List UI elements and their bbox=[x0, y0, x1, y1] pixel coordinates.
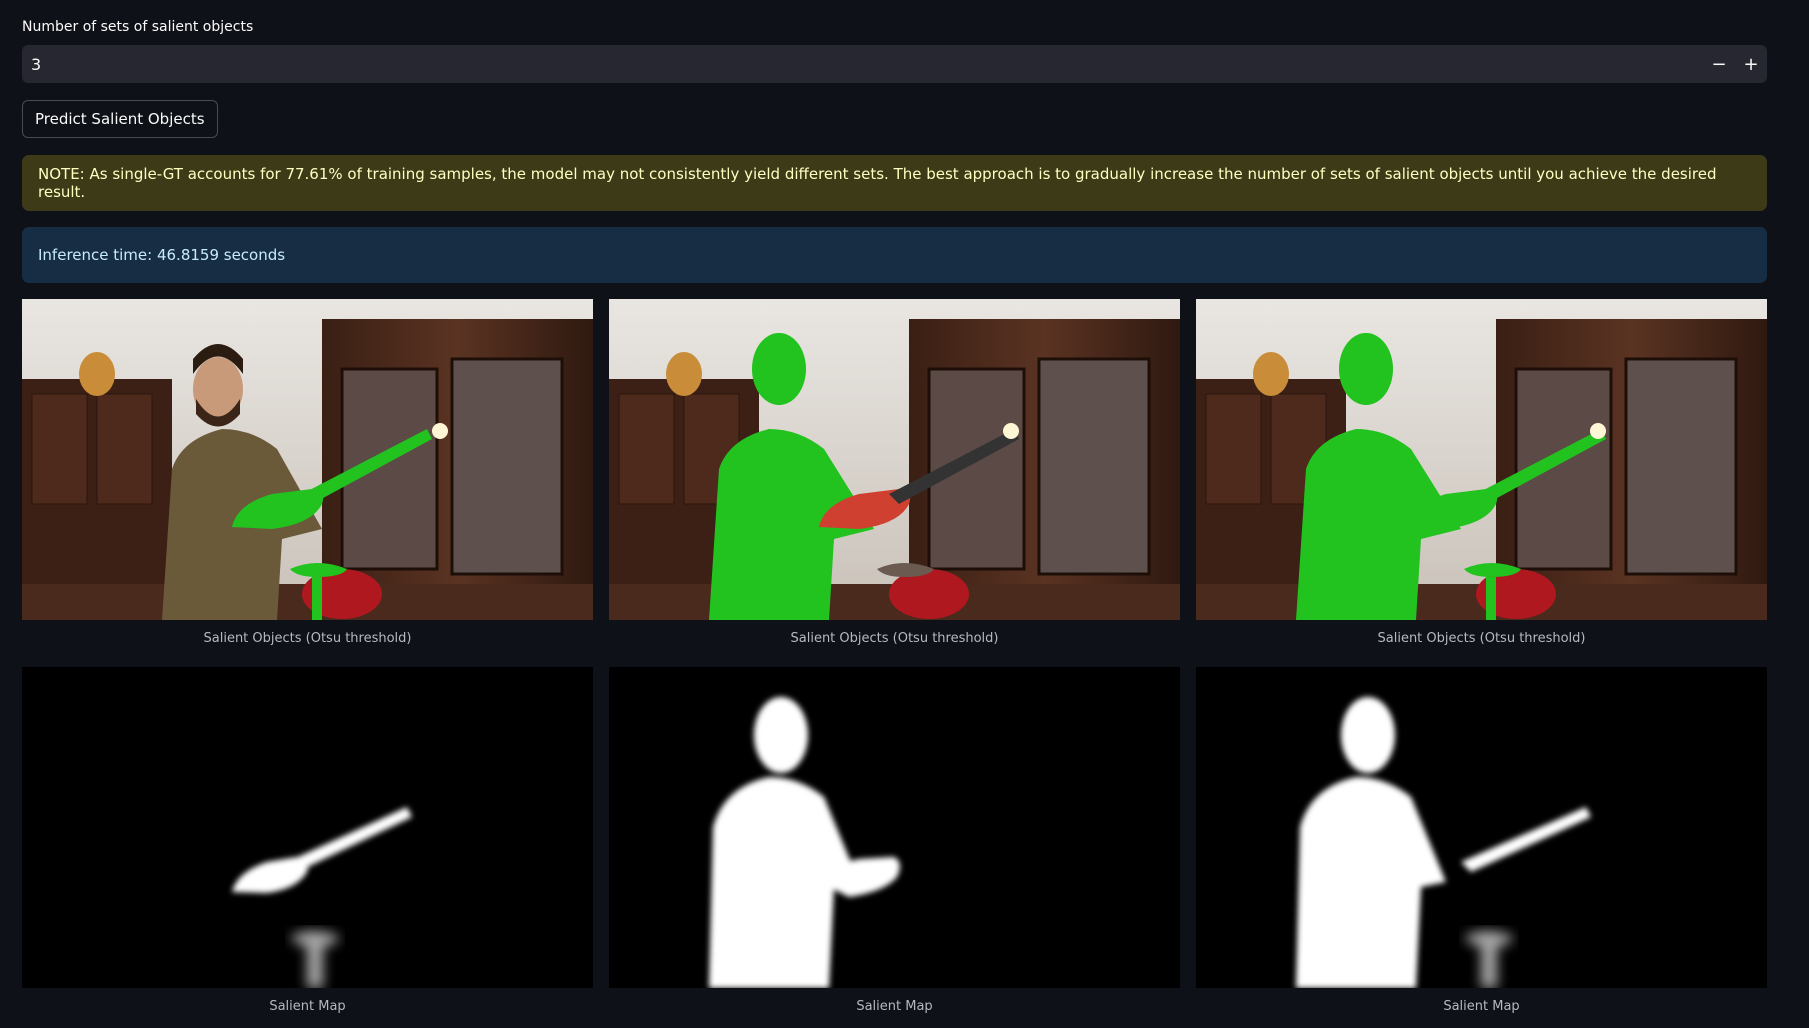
note-alert: NOTE: As single-GT accounts for 77.61% o… bbox=[22, 155, 1767, 211]
salient-map-result-2[interactable]: Salient Map bbox=[609, 667, 1180, 1014]
salient-map-result-1[interactable]: Salient Map bbox=[22, 667, 593, 1014]
salient-map-result-3[interactable]: Salient Map bbox=[1196, 667, 1767, 1014]
increment-button[interactable]: + bbox=[1735, 45, 1767, 83]
inference-time-alert: Inference time: 46.8159 seconds bbox=[22, 227, 1767, 283]
overlay-image-1[interactable] bbox=[22, 299, 593, 620]
salient-map-caption-3: Salient Map bbox=[1443, 999, 1520, 1014]
number-input-value[interactable]: 3 bbox=[22, 55, 1703, 74]
overlay-image-3[interactable] bbox=[1196, 299, 1767, 620]
predict-salient-objects-button[interactable]: Predict Salient Objects bbox=[22, 100, 218, 138]
overlay-result-2[interactable]: Salient Objects (Otsu threshold) bbox=[609, 299, 1180, 646]
note-alert-text: NOTE: As single-GT accounts for 77.61% o… bbox=[38, 165, 1717, 201]
decrement-button[interactable]: − bbox=[1703, 45, 1735, 83]
salient-map-image-1[interactable] bbox=[22, 667, 593, 988]
overlay-result-3[interactable]: Salient Objects (Otsu threshold) bbox=[1196, 299, 1767, 646]
salient-map-caption-1: Salient Map bbox=[269, 999, 346, 1014]
salient-map-image-2[interactable] bbox=[609, 667, 1180, 988]
overlay-caption-2: Salient Objects (Otsu threshold) bbox=[790, 631, 999, 646]
salient-map-caption-2: Salient Map bbox=[856, 999, 933, 1014]
overlay-image-2[interactable] bbox=[609, 299, 1180, 620]
overlay-caption-3: Salient Objects (Otsu threshold) bbox=[1377, 631, 1586, 646]
inference-time-text: Inference time: 46.8159 seconds bbox=[38, 246, 286, 264]
number-input-label: Number of sets of salient objects bbox=[22, 19, 254, 35]
overlay-caption-1: Salient Objects (Otsu threshold) bbox=[203, 631, 412, 646]
number-of-sets-input[interactable]: 3 − + bbox=[22, 45, 1767, 83]
salient-map-image-3[interactable] bbox=[1196, 667, 1767, 988]
overlay-result-1[interactable]: Salient Objects (Otsu threshold) bbox=[22, 299, 593, 646]
